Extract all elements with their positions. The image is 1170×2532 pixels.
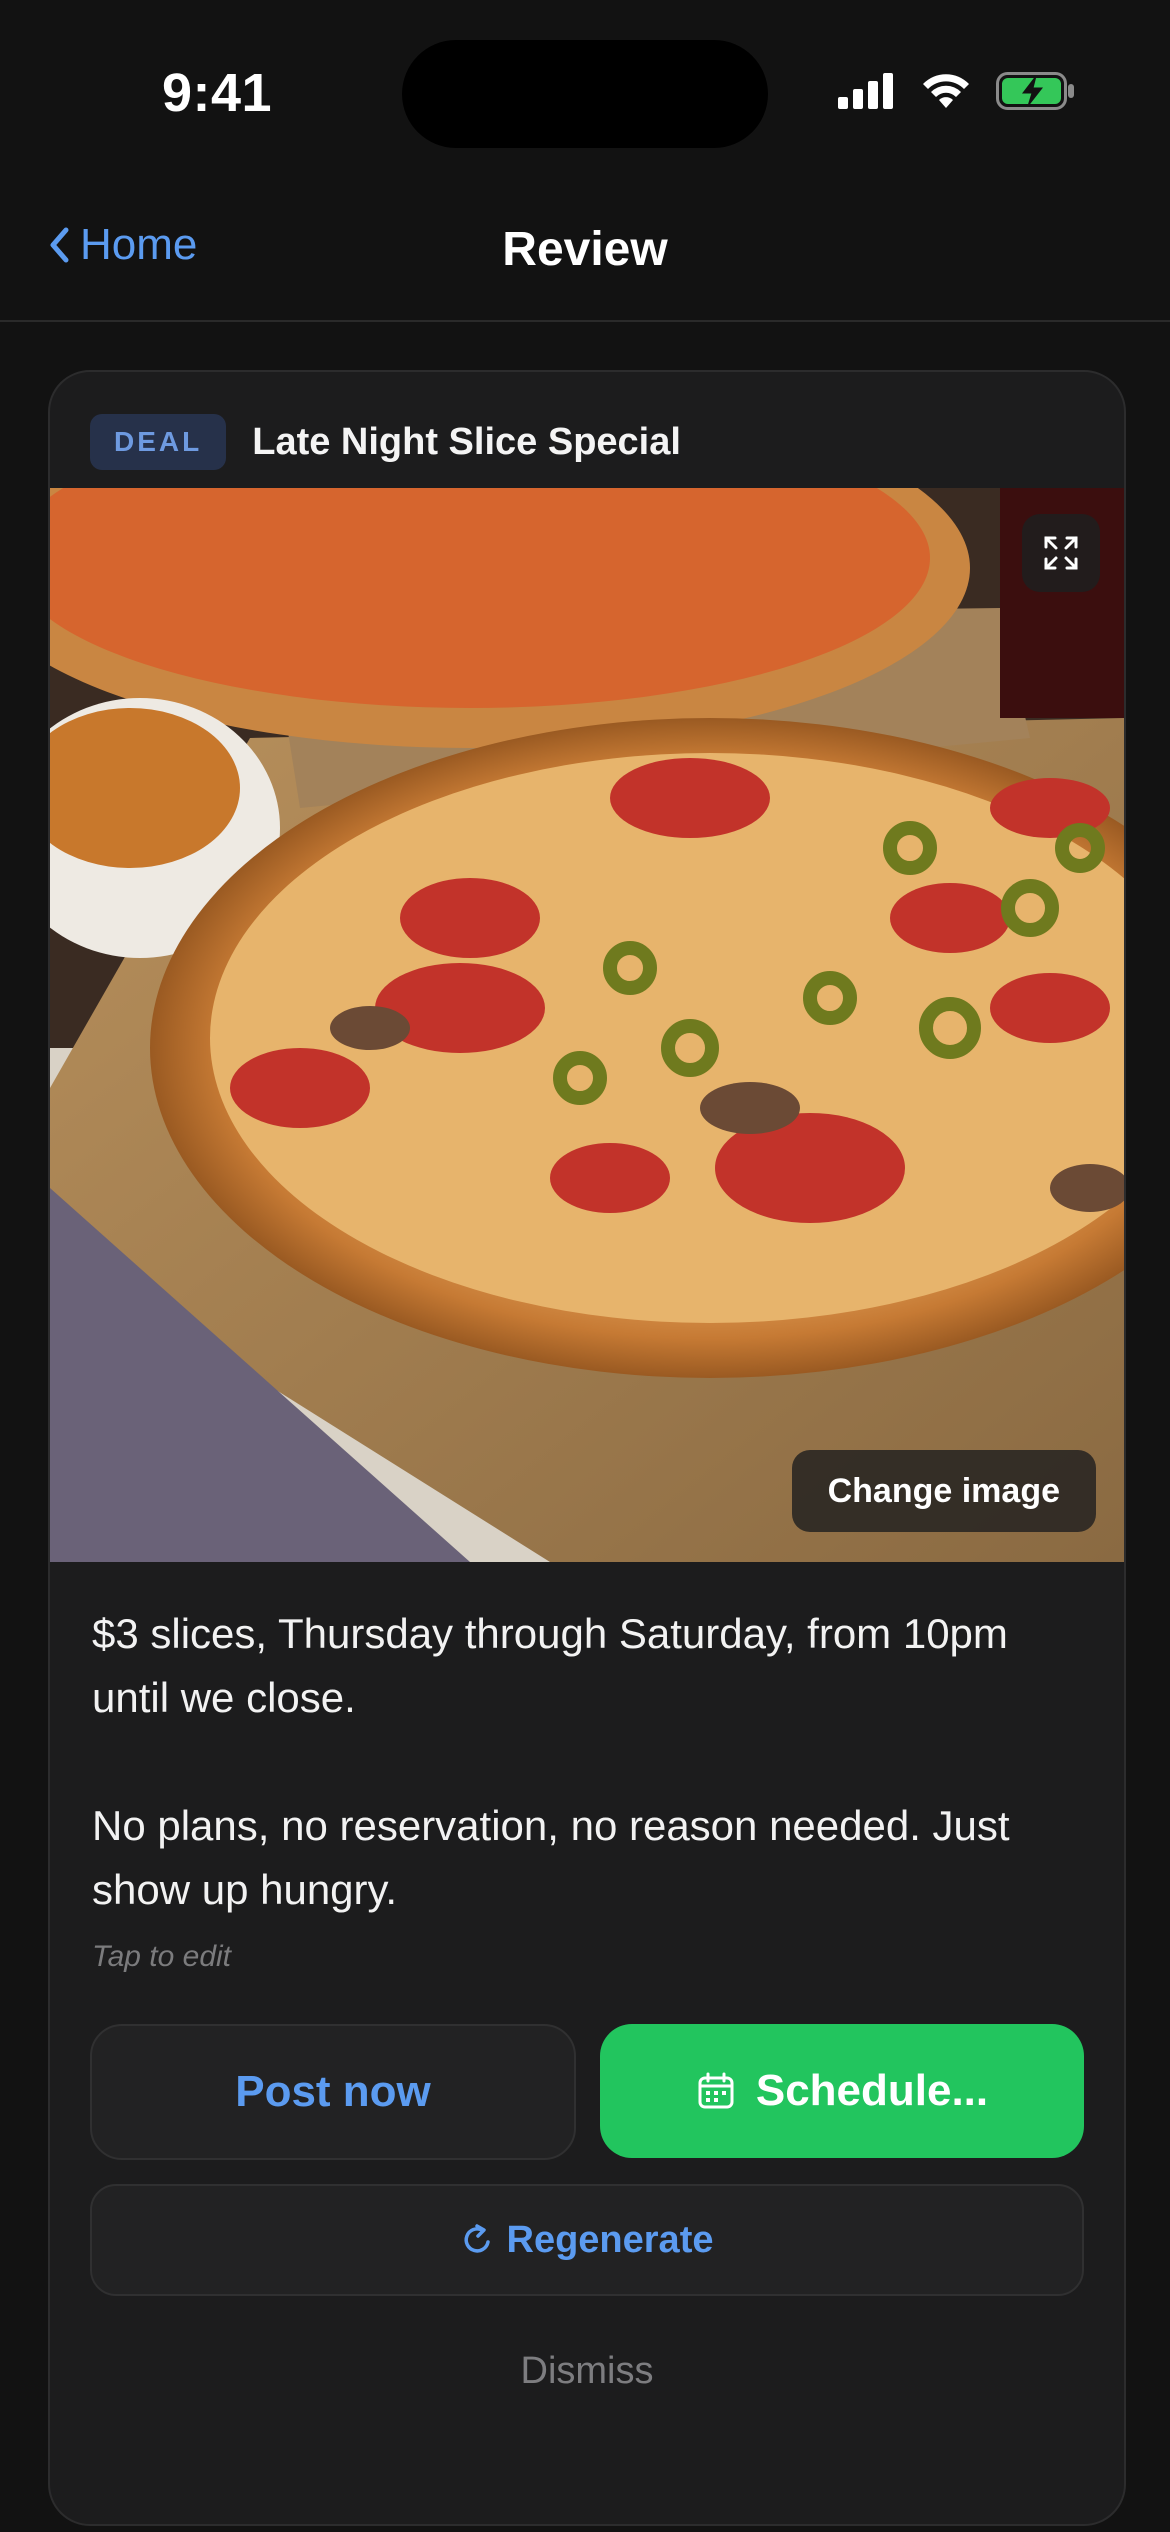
schedule-button[interactable]: Schedule...	[600, 2024, 1084, 2158]
status-icons	[838, 72, 1076, 110]
dismiss-button[interactable]: Dismiss	[50, 2350, 1124, 2393]
regenerate-button[interactable]: Regenerate	[90, 2184, 1084, 2296]
post-now-button[interactable]: Post now	[90, 2024, 576, 2160]
schedule-label: Schedule...	[755, 2066, 989, 2115]
battery-charging-icon	[996, 72, 1074, 110]
regenerate-label: Regenerate	[506, 2218, 714, 2261]
wifi-icon	[923, 74, 969, 108]
navigation-bar: Home Review	[0, 190, 1170, 322]
post-review-card: DEAL Late Night Slice Special Change ima…	[48, 370, 1126, 2526]
post-now-label: Post now	[235, 2067, 431, 2116]
tap-to-edit-hint: Tap to edit	[92, 1940, 231, 1973]
calendar-icon	[696, 2071, 736, 2111]
refresh-icon	[461, 2223, 495, 2257]
page-title: Review	[502, 223, 668, 276]
expand-icon	[1044, 536, 1078, 570]
post-image[interactable]: Change image	[50, 488, 1124, 1562]
cellular-signal-icon	[838, 73, 893, 109]
card-header: DEAL Late Night Slice Special	[90, 414, 681, 470]
change-image-button[interactable]: Change image	[791, 1450, 1096, 1532]
dynamic-island	[402, 40, 768, 148]
card-title: Late Night Slice Special	[252, 420, 681, 463]
status-bar: 9:41	[0, 0, 1170, 190]
post-body-text[interactable]: $3 slices, Thursday through Saturday, fr…	[92, 1602, 1092, 1922]
pizza-photo	[50, 488, 1124, 1562]
expand-image-button[interactable]	[1022, 514, 1100, 592]
status-time: 9:41	[162, 63, 273, 123]
deal-badge: DEAL	[90, 414, 227, 470]
